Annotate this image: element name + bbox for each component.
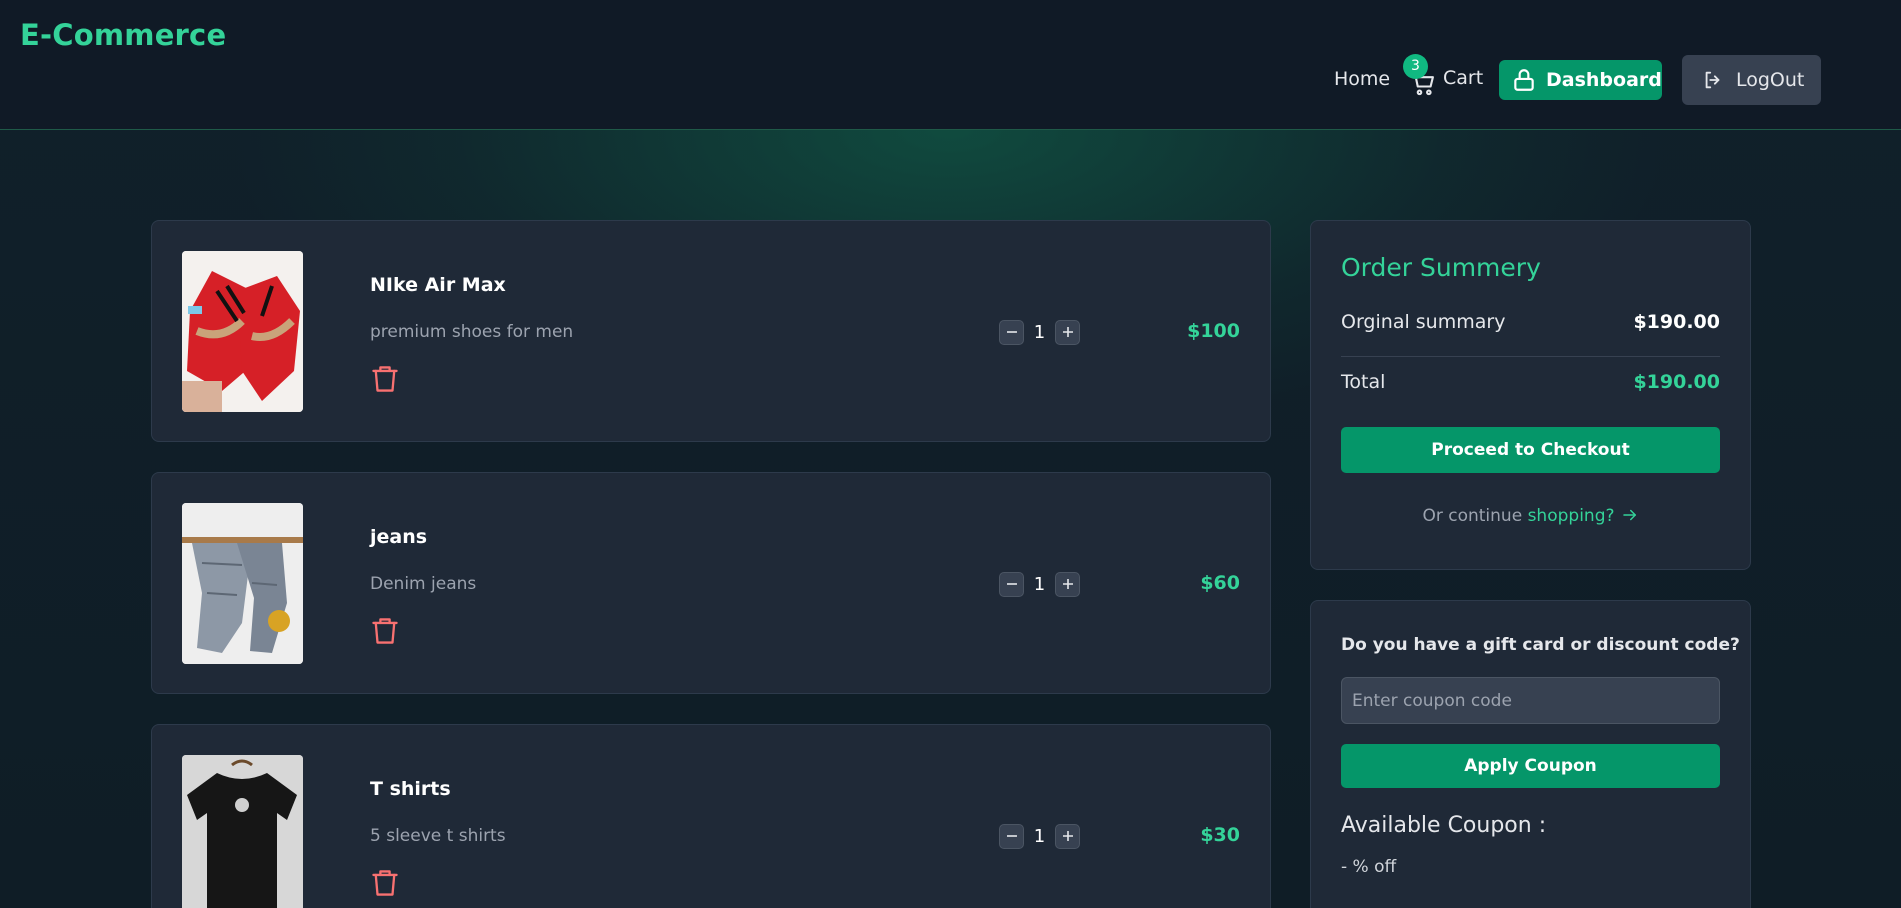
plus-icon [1062, 579, 1073, 589]
product-name: jeans [370, 526, 428, 548]
denim-jeans-image [182, 503, 303, 664]
minus-icon [1006, 583, 1017, 585]
product-description: Denim jeans [370, 574, 477, 594]
trash-icon[interactable] [371, 616, 399, 646]
lock-icon [1514, 69, 1534, 91]
cart-label: Cart [1443, 67, 1484, 89]
trash-icon[interactable] [371, 364, 399, 394]
product-name: NIke Air Max [370, 274, 506, 296]
decrease-quantity-button[interactable] [999, 319, 1024, 345]
coupon-code-input[interactable] [1341, 677, 1720, 724]
nav-home-link[interactable]: Home [1334, 68, 1390, 90]
product-price: $100 [1187, 320, 1240, 342]
top-navbar: E-Commerce Home 3 Cart Dashboard LogOut [0, 0, 1901, 130]
logout-button[interactable]: LogOut [1682, 55, 1821, 105]
quantity-stepper: 1 [999, 571, 1080, 597]
quantity-value: 1 [1033, 321, 1046, 343]
continue-shopping-link[interactable]: shopping? [1528, 506, 1639, 526]
trash-icon[interactable] [371, 868, 399, 898]
product-description: 5 sleeve t shirts [370, 826, 506, 846]
quantity-value: 1 [1033, 825, 1046, 847]
product-image [182, 503, 303, 664]
quantity-stepper: 1 [999, 823, 1080, 849]
original-summary-row: Orginal summary $190.00 [1341, 311, 1720, 333]
product-price: $30 [1200, 824, 1240, 846]
product-price: $60 [1200, 572, 1240, 594]
continue-shopping: Or continue shopping? [1311, 506, 1750, 526]
order-summary-title: Order Summery [1341, 253, 1541, 282]
black-tshirt-image [182, 755, 303, 908]
minus-icon [1006, 331, 1017, 333]
cart-count-badge: 3 [1403, 54, 1428, 79]
plus-icon [1062, 327, 1073, 337]
cart-item: NIke Air Max premium shoes for men 1 $10… [151, 220, 1271, 442]
decrease-quantity-button[interactable] [999, 823, 1024, 849]
nav-cart-link[interactable]: 3 Cart [1403, 54, 1489, 105]
product-image [182, 755, 303, 908]
dashboard-label: Dashboard [1546, 69, 1662, 91]
available-coupon-title: Available Coupon : [1341, 813, 1547, 838]
logo[interactable]: E-Commerce [20, 18, 226, 52]
total-value: $190.00 [1633, 371, 1720, 393]
apply-coupon-button[interactable]: Apply Coupon [1341, 744, 1720, 788]
quantity-stepper: 1 [999, 319, 1080, 345]
quantity-value: 1 [1033, 573, 1046, 595]
coupon-question: Do you have a gift card or discount code… [1341, 635, 1740, 655]
cart-item: T shirts 5 sleeve t shirts 1 $30 [151, 724, 1271, 908]
arrow-right-icon [1622, 509, 1636, 521]
product-image [182, 251, 303, 412]
continue-prefix: Or continue [1422, 506, 1523, 526]
product-name: T shirts [370, 778, 451, 800]
product-description: premium shoes for men [370, 322, 574, 342]
increase-quantity-button[interactable] [1055, 571, 1080, 597]
decrease-quantity-button[interactable] [999, 571, 1024, 597]
total-row: Total $190.00 [1341, 371, 1720, 393]
proceed-to-checkout-button[interactable]: Proceed to Checkout [1341, 427, 1720, 473]
original-summary-value: $190.00 [1633, 311, 1720, 333]
coupon-panel: Do you have a gift card or discount code… [1310, 600, 1751, 908]
plus-icon [1062, 831, 1073, 841]
minus-icon [1006, 835, 1017, 837]
increase-quantity-button[interactable] [1055, 319, 1080, 345]
summary-divider [1341, 356, 1720, 357]
logout-label: LogOut [1736, 69, 1805, 91]
order-summary-panel: Order Summery Orginal summary $190.00 To… [1310, 220, 1751, 570]
total-label: Total [1341, 371, 1386, 393]
red-sneakers-image [182, 251, 303, 412]
logout-icon [1705, 71, 1720, 89]
increase-quantity-button[interactable] [1055, 823, 1080, 849]
dashboard-button[interactable]: Dashboard [1499, 60, 1662, 100]
cart-item: jeans Denim jeans 1 $60 [151, 472, 1271, 694]
available-coupon-item: - % off [1341, 857, 1397, 877]
original-summary-label: Orginal summary [1341, 311, 1506, 333]
continue-shopping-label: shopping? [1527, 506, 1615, 526]
